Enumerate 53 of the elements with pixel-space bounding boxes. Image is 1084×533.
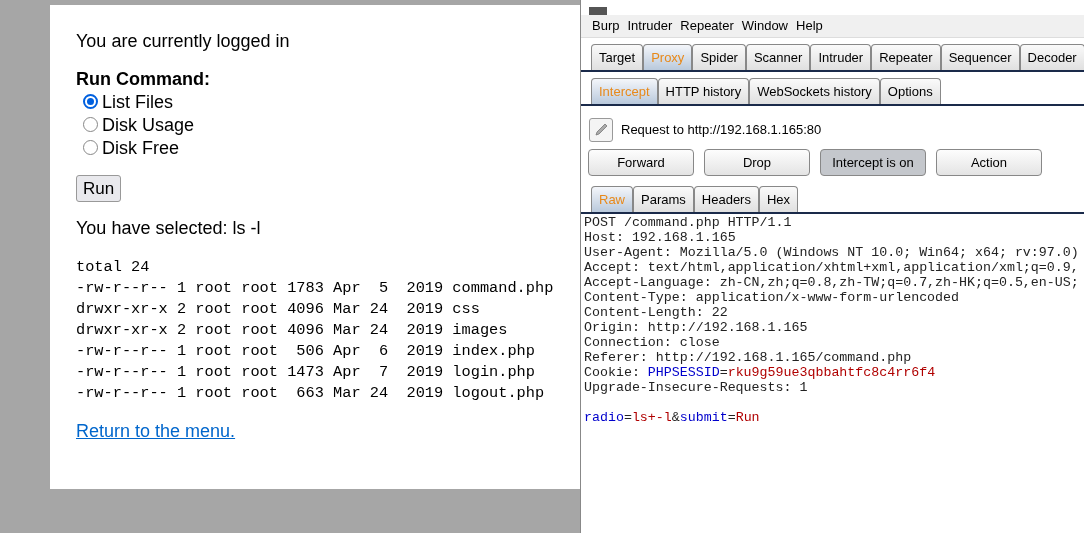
request-line: Accept: text/html,application/xhtml+xml,application/xml;q=0.9, — [584, 260, 1079, 275]
form-label: Run Command: — [76, 68, 211, 90]
run-button[interactable]: Run — [76, 175, 122, 202]
tab[interactable]: Sequencer — [940, 44, 1020, 70]
action-button[interactable]: Intercept is on — [820, 149, 926, 176]
tab[interactable]: Scanner — [745, 44, 811, 70]
request-line: Content-Type: application/x-www-form-urlencoded — [584, 290, 960, 305]
menu-item[interactable]: Repeater — [679, 16, 735, 36]
menu-item[interactable]: Window — [740, 16, 789, 36]
return-link[interactable]: Return to the menu. — [76, 420, 236, 442]
pencil-icon — [589, 118, 613, 142]
request-line: radio=ls+-l&submit=Run — [584, 410, 760, 425]
tab[interactable]: Target — [591, 44, 644, 70]
action-button[interactable]: Forward — [588, 149, 694, 176]
action-button[interactable]: Action — [936, 149, 1042, 176]
request-line: Accept-Language: zh-CN,zh;q=0.8,zh-TW;q=0.7,zh-HK;q=0.5,en-US; — [584, 275, 1079, 290]
request-line: Host: 192.168.1.165 — [584, 230, 736, 245]
tab[interactable]: Options — [879, 78, 941, 104]
selection-text: You have selected: ls -l — [76, 217, 262, 239]
tab[interactable]: WebSockets history — [749, 78, 880, 104]
request-line: Cookie: PHPSESSID=rku9g59ue3qbbahtfc8c4rr6f4 — [584, 365, 936, 380]
output-line: drwxr-xr-x 2 root root 4096 Mar 24 2019 images — [76, 320, 508, 341]
output-line: drwxr-xr-x 2 root root 4096 Mar 24 2019 css — [76, 299, 480, 320]
tab[interactable]: Intruder — [810, 44, 872, 70]
tab[interactable]: Params — [633, 186, 694, 212]
request-line: POST /command.php HTTP/1.1 — [584, 215, 792, 230]
output-line: -rw-r--r-- 1 root root 1473 Apr 7 2019 login.php — [76, 362, 535, 383]
output-line: -rw-r--r-- 1 root root 663 Mar 24 2019 logout.php — [76, 383, 545, 404]
request-target: Request to http://192.168.1.165:80 — [621, 121, 822, 140]
option-label[interactable]: Disk Usage — [102, 113, 195, 136]
status-text: You are currently logged in — [76, 30, 291, 52]
tab[interactable]: Spider — [692, 44, 746, 70]
request-line: Origin: http://192.168.1.165 — [584, 320, 808, 335]
tab[interactable]: Hex — [758, 186, 799, 212]
menu-item[interactable]: Intruder — [626, 16, 674, 36]
tab[interactable]: HTTP history — [657, 78, 750, 104]
option-label[interactable]: Disk Free — [102, 136, 179, 159]
option-label[interactable]: List Files — [102, 90, 173, 113]
request-line: Referer: http://192.168.1.165/command.php — [584, 350, 912, 365]
output-line: total 24 — [76, 257, 150, 278]
radio-button[interactable] — [83, 94, 98, 109]
tab[interactable]: Headers — [693, 186, 759, 212]
action-button[interactable]: Drop — [704, 149, 810, 176]
output-line: -rw-r--r-- 1 root root 1783 Apr 5 2019 command.php — [76, 278, 554, 299]
request-line: Content-Length: 22 — [584, 305, 728, 320]
menu-item[interactable]: Help — [795, 16, 824, 36]
tab[interactable]: Repeater — [871, 44, 941, 70]
tab[interactable]: Decoder — [1019, 44, 1084, 70]
request-line: Connection: close — [584, 335, 720, 350]
request-line: User-Agent: Mozilla/5.0 (Windows NT 10.0; Win64; x64; rv:97.0) — [584, 245, 1079, 260]
menu-item[interactable]: Burp — [591, 16, 621, 36]
output-line: -rw-r--r-- 1 root root 506 Apr 6 2019 index.php — [76, 341, 535, 362]
request-line: Upgrade-Insecure-Requests: 1 — [584, 380, 808, 395]
